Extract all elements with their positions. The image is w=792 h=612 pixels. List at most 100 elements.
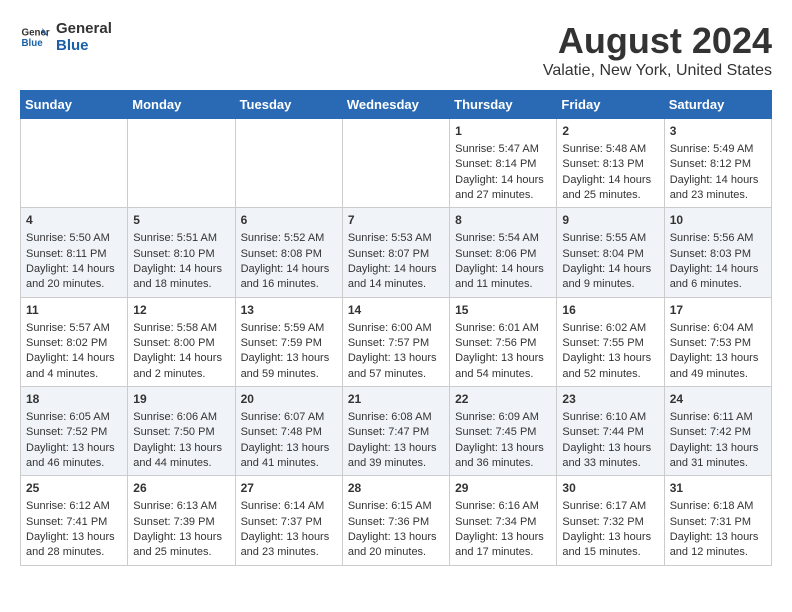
calendar-week-row: 25 Sunrise: 6:12 AMSunset: 7:41 PM Dayligh… [21, 476, 772, 565]
cell-content: Sunset: 8:06 PM [455, 247, 551, 262]
cell-content: and 4 minutes. [26, 367, 122, 382]
cell-content: and 33 minutes. [562, 456, 658, 471]
day-number: 30 [562, 480, 658, 497]
cell-content: Sunset: 7:53 PM [670, 336, 766, 351]
cell-content: Sunset: 7:52 PM [26, 425, 122, 440]
cell-content: and 17 minutes. [455, 545, 551, 560]
cell-content: Sunrise: 6:18 AM [670, 499, 766, 514]
day-number: 18 [26, 391, 122, 408]
calendar-cell [342, 119, 449, 208]
day-number: 25 [26, 480, 122, 497]
cell-content: Daylight: 14 hours [26, 262, 122, 277]
cell-content: Sunrise: 5:49 AM [670, 142, 766, 157]
day-number: 7 [348, 212, 444, 229]
header-day-wednesday: Wednesday [342, 91, 449, 119]
cell-content: and 18 minutes. [133, 277, 229, 292]
calendar-cell: 6Sunrise: 5:52 AMSunset: 8:08 PMDaylight… [235, 208, 342, 297]
cell-content: and 11 minutes. [455, 277, 551, 292]
cell-content: and 31 minutes. [670, 456, 766, 471]
calendar-cell [21, 119, 128, 208]
cell-content: and 20 minutes. [348, 545, 444, 560]
cell-content: Sunset: 8:02 PM [26, 336, 122, 351]
cell-content: Sunrise: 6:17 AM [562, 499, 658, 514]
cell-content: Sunrise: 6:14 AM [241, 499, 337, 514]
day-number: 31 [670, 480, 766, 497]
header-day-sunday: Sunday [21, 91, 128, 119]
cell-content: Sunrise: 6:11 AM [670, 410, 766, 425]
calendar-cell: 8Sunrise: 5:54 AMSunset: 8:06 PMDaylight… [450, 208, 557, 297]
cell-content: Daylight: 13 hours [455, 441, 551, 456]
cell-content: Daylight: 13 hours [455, 530, 551, 545]
cell-content: Daylight: 13 hours [562, 441, 658, 456]
calendar-cell: 29Sunrise: 6:16 AMSunset: 7:34 PMDayligh… [450, 476, 557, 565]
cell-content: Sunrise: 5:51 AM [133, 231, 229, 246]
cell-content: Sunset: 7:57 PM [348, 336, 444, 351]
cell-content: Sunset: 8:03 PM [670, 247, 766, 262]
cell-content: and 23 minutes. [670, 188, 766, 203]
cell-content: Sunset: 8:08 PM [241, 247, 337, 262]
cell-content: and 12 minutes. [670, 545, 766, 560]
cell-content: and 6 minutes. [670, 277, 766, 292]
calendar-cell: 23Sunrise: 6:10 AMSunset: 7:44 PMDayligh… [557, 387, 664, 476]
cell-content: Sunset: 8:14 PM [455, 157, 551, 172]
cell-content: Sunset: 7:41 PM [26, 515, 122, 530]
calendar-cell: 21Sunrise: 6:08 AMSunset: 7:47 PMDayligh… [342, 387, 449, 476]
cell-content: Sunrise: 6:02 AM [562, 321, 658, 336]
cell-content: Daylight: 14 hours [455, 262, 551, 277]
calendar-week-row: 1Sunrise: 5:47 AMSunset: 8:14 PMDaylight… [21, 119, 772, 208]
day-number: 8 [455, 212, 551, 229]
logo: General Blue General Blue [20, 20, 112, 54]
cell-content: Sunrise: 6:08 AM [348, 410, 444, 425]
day-number: 2 [562, 123, 658, 140]
cell-content: Sunrise: 5:55 AM [562, 231, 658, 246]
cell-content: and 46 minutes. [26, 456, 122, 471]
day-number: 6 [241, 212, 337, 229]
cell-content: Daylight: 13 hours [348, 441, 444, 456]
calendar-cell: 18Sunrise: 6:05 AMSunset: 7:52 PMDayligh… [21, 387, 128, 476]
cell-content: Sunrise: 6:10 AM [562, 410, 658, 425]
cell-content: Sunrise: 6:01 AM [455, 321, 551, 336]
calendar-cell: 14Sunrise: 6:00 AMSunset: 7:57 PMDayligh… [342, 297, 449, 386]
cell-content: and 20 minutes. [26, 277, 122, 292]
header-day-friday: Friday [557, 91, 664, 119]
cell-content: Daylight: 14 hours [133, 262, 229, 277]
day-number: 10 [670, 212, 766, 229]
calendar-cell [235, 119, 342, 208]
cell-content: Sunrise: 5:48 AM [562, 142, 658, 157]
day-number: 19 [133, 391, 229, 408]
cell-content: Daylight: 13 hours [348, 530, 444, 545]
cell-content: Sunset: 8:11 PM [26, 247, 122, 262]
day-number: 17 [670, 302, 766, 319]
cell-content: Daylight: 14 hours [26, 351, 122, 366]
cell-content: and 27 minutes. [455, 188, 551, 203]
cell-content: and 23 minutes. [241, 545, 337, 560]
cell-content: Daylight: 14 hours [670, 173, 766, 188]
cell-content: Sunset: 8:04 PM [562, 247, 658, 262]
cell-content: Daylight: 13 hours [133, 530, 229, 545]
cell-content: Sunset: 7:48 PM [241, 425, 337, 440]
cell-content: Sunset: 7:44 PM [562, 425, 658, 440]
logo-text: General Blue [56, 20, 112, 54]
cell-content: Sunrise: 6:06 AM [133, 410, 229, 425]
cell-content: and 9 minutes. [562, 277, 658, 292]
cell-content: Sunrise: 5:47 AM [455, 142, 551, 157]
cell-content: Sunset: 7:47 PM [348, 425, 444, 440]
cell-content: Daylight: 14 hours [241, 262, 337, 277]
cell-content: Daylight: 13 hours [562, 530, 658, 545]
cell-content: and 2 minutes. [133, 367, 229, 382]
cell-content: Sunset: 7:56 PM [455, 336, 551, 351]
cell-content: Sunrise: 6:12 AM [26, 499, 122, 514]
cell-content: Daylight: 14 hours [670, 262, 766, 277]
cell-content: Daylight: 13 hours [670, 441, 766, 456]
cell-content: Daylight: 13 hours [670, 351, 766, 366]
cell-content: Daylight: 14 hours [133, 351, 229, 366]
cell-content: Sunset: 7:31 PM [670, 515, 766, 530]
cell-content: and 39 minutes. [348, 456, 444, 471]
calendar-cell: 7Sunrise: 5:53 AMSunset: 8:07 PMDaylight… [342, 208, 449, 297]
calendar-cell: 28Sunrise: 6:15 AMSunset: 7:36 PMDayligh… [342, 476, 449, 565]
cell-content: Sunrise: 6:15 AM [348, 499, 444, 514]
cell-content: Sunrise: 5:58 AM [133, 321, 229, 336]
cell-content: Sunrise: 6:07 AM [241, 410, 337, 425]
header-day-thursday: Thursday [450, 91, 557, 119]
cell-content: and 28 minutes. [26, 545, 122, 560]
